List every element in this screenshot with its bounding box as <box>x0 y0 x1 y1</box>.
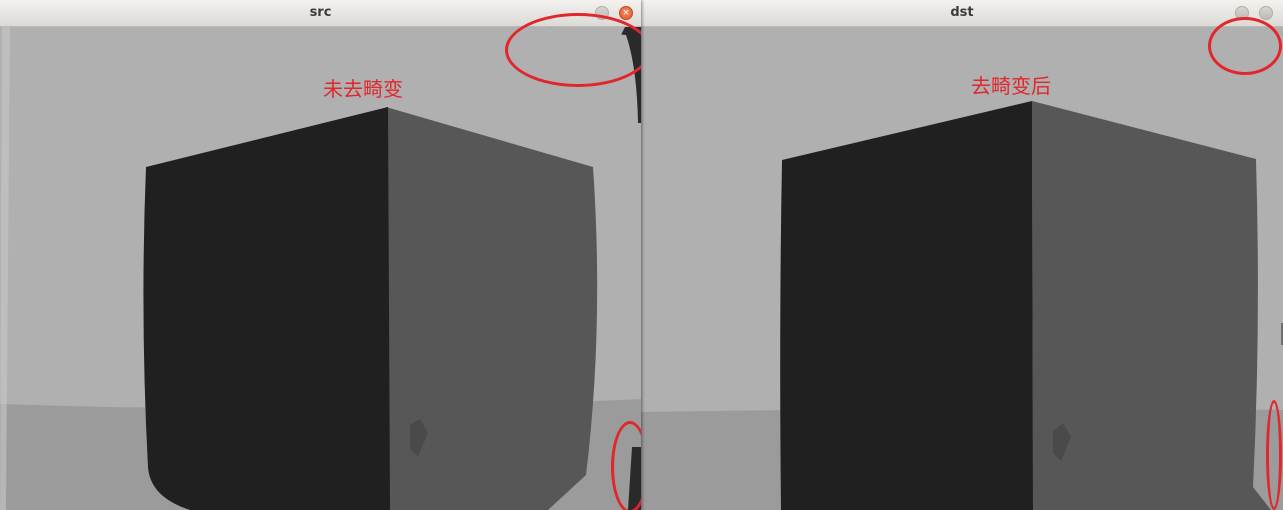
src-window[interactable]: src – × 未去畸变 <box>0 0 641 510</box>
dst-annotation-bottom-right <box>1266 400 1282 510</box>
src-close-button[interactable]: × <box>619 6 633 20</box>
dst-caption: 去畸变后 <box>971 74 1051 98</box>
src-distorted-image <box>0 27 641 510</box>
dst-maximize-button[interactable]: □ <box>1259 6 1273 20</box>
src-annotation-bottom-right <box>611 421 641 510</box>
dst-annotation-top-right <box>1208 17 1282 75</box>
dst-window[interactable]: dst – □ 去畸变后 <box>641 0 1283 510</box>
dst-window-title: dst <box>950 5 974 20</box>
dst-image-view: 去畸变后 <box>641 17 1283 510</box>
src-image-view: 未去畸变 <box>0 13 641 510</box>
dst-titlebar[interactable]: dst – □ <box>641 0 1283 27</box>
dst-undistorted-image <box>641 27 1283 510</box>
src-caption: 未去畸变 <box>323 77 403 101</box>
src-annotation-top-right <box>505 13 641 87</box>
